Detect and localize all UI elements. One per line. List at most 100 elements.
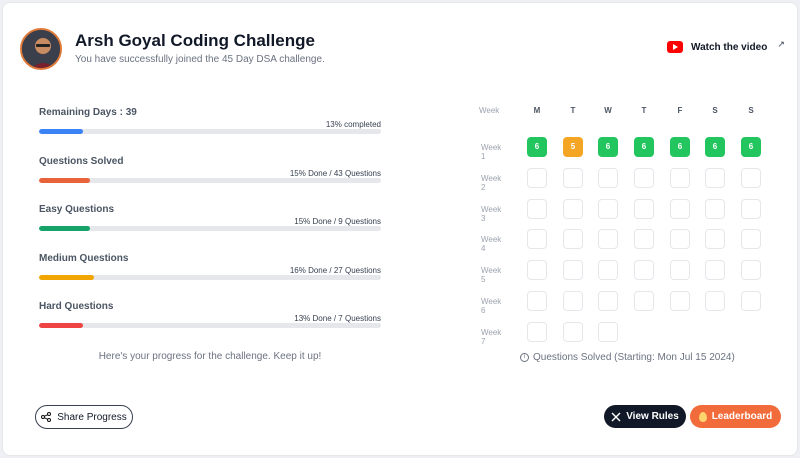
progress-label: Questions Solved (39, 156, 124, 167)
day-cell[interactable] (527, 260, 547, 281)
day-cell[interactable] (670, 291, 690, 311)
progress-fill (39, 323, 84, 328)
page-subtitle: You have successfully joined the 45 Day … (75, 54, 325, 65)
week-label: Week 4 (481, 235, 502, 254)
avatar (20, 28, 62, 70)
day-cell[interactable] (705, 291, 725, 311)
week-label: Week 6 (481, 297, 502, 315)
day-header: T (570, 106, 576, 115)
day-cell[interactable]: 6 (598, 137, 618, 157)
day-cell[interactable] (527, 321, 547, 342)
progress-status: 13% Done / 7 Questions (294, 314, 381, 323)
progress-track (39, 178, 381, 183)
day-cell[interactable] (705, 198, 725, 219)
progress-item: Easy Questions 15% Done / 9 Questions (39, 204, 381, 231)
week-label: Week 7 (481, 327, 502, 346)
day-cell[interactable] (741, 229, 761, 250)
youtube-icon (667, 41, 683, 53)
day-cell[interactable] (563, 291, 583, 311)
day-cell[interactable] (634, 291, 654, 311)
tools-icon (611, 412, 621, 421)
share-progress-button[interactable]: Share Progress (35, 405, 133, 429)
progress-fill (39, 178, 91, 183)
day-cell[interactable] (563, 260, 583, 281)
progress-status: 16% Done / 27 Questions (289, 266, 381, 275)
progress-label: Hard Questions (39, 301, 114, 312)
day-cell[interactable] (598, 321, 618, 342)
day-cell[interactable] (527, 291, 547, 311)
progress-item: Questions Solved 15% Done / 43 Questions (39, 156, 381, 183)
day-cell[interactable] (670, 167, 690, 188)
day-cell[interactable] (563, 198, 583, 219)
day-cell[interactable] (670, 198, 690, 219)
day-cell[interactable] (598, 198, 618, 219)
progress-item: Hard Questions 13% Done / 7 Questions (39, 301, 381, 328)
day-cell[interactable]: 6 (634, 137, 654, 157)
page-title: Arsh Goyal Coding Challenge (75, 31, 315, 50)
day-cell[interactable]: 6 (527, 137, 547, 157)
progress-label: Remaining Days : 39 (39, 107, 137, 118)
day-cell[interactable] (563, 321, 583, 342)
day-cell[interactable] (598, 291, 618, 311)
share-progress-label: Share Progress (57, 411, 127, 423)
watch-video-label: Watch the video (691, 41, 768, 53)
week-label: Week 3 (481, 204, 502, 223)
info-icon: i (520, 353, 529, 362)
day-cell[interactable] (741, 291, 761, 311)
calendar-note-text: Questions Solved (Starting: Mon Jul 15 2… (533, 352, 735, 363)
leaderboard-label: Leaderboard (711, 411, 773, 422)
fire-icon (698, 411, 707, 422)
progress-note: Here's your progress for the challenge. … (98, 351, 322, 362)
day-cell[interactable] (598, 260, 618, 281)
day-cell[interactable] (598, 229, 618, 250)
progress-track (39, 275, 381, 280)
watch-video-link[interactable]: Watch the video ↗ (667, 39, 785, 53)
view-rules-button[interactable]: View Rules (604, 405, 686, 428)
day-cell[interactable] (705, 167, 725, 188)
day-header: W (604, 106, 612, 115)
progress-track (39, 129, 381, 134)
day-cell[interactable]: 6 (705, 137, 725, 157)
day-cell[interactable] (741, 260, 761, 281)
day-header: T (641, 106, 647, 115)
share-icon (41, 412, 52, 422)
day-cell[interactable] (634, 229, 654, 250)
day-header: M (533, 106, 541, 115)
day-cell[interactable] (634, 260, 654, 281)
day-cell[interactable]: 6 (741, 137, 761, 157)
day-cell[interactable]: 5 (563, 137, 583, 157)
week-label: Week 5 (481, 266, 502, 285)
progress-status: 15% Done / 43 Questions (289, 169, 381, 178)
progress-status: 13% completed (325, 120, 381, 129)
day-cell[interactable] (634, 198, 654, 219)
day-cell[interactable] (527, 167, 547, 188)
day-cell[interactable] (705, 229, 725, 250)
day-cell[interactable] (705, 260, 725, 281)
progress-item: Medium Questions 16% Done / 27 Questions (39, 253, 381, 280)
leaderboard-button[interactable]: Leaderboard (690, 405, 781, 428)
progress-label: Medium Questions (39, 253, 129, 264)
day-cell[interactable] (670, 229, 690, 250)
day-cell[interactable] (563, 167, 583, 188)
week-column-header: Week (479, 106, 500, 115)
day-cell[interactable] (527, 229, 547, 250)
day-cell[interactable] (563, 229, 583, 250)
view-rules-label: View Rules (626, 411, 679, 422)
progress-status: 15% Done / 9 Questions (294, 217, 381, 226)
day-cell[interactable] (741, 198, 761, 219)
day-cell[interactable]: 6 (670, 137, 690, 157)
progress-item: Remaining Days : 39 13% completed (39, 107, 381, 134)
day-cell[interactable] (741, 167, 761, 188)
day-cell[interactable] (598, 167, 618, 188)
day-cell[interactable] (527, 198, 547, 219)
progress-fill (39, 226, 91, 231)
progress-label: Easy Questions (39, 204, 115, 215)
day-cell[interactable] (634, 167, 654, 188)
day-header: S (748, 106, 754, 115)
progress-fill (39, 129, 84, 134)
week-label: Week 1 (481, 143, 502, 161)
day-cell[interactable] (670, 260, 690, 281)
day-header: F (677, 106, 683, 115)
calendar-note: i Questions Solved (Starting: Mon Jul 15… (520, 352, 735, 363)
progress-track (39, 323, 381, 328)
